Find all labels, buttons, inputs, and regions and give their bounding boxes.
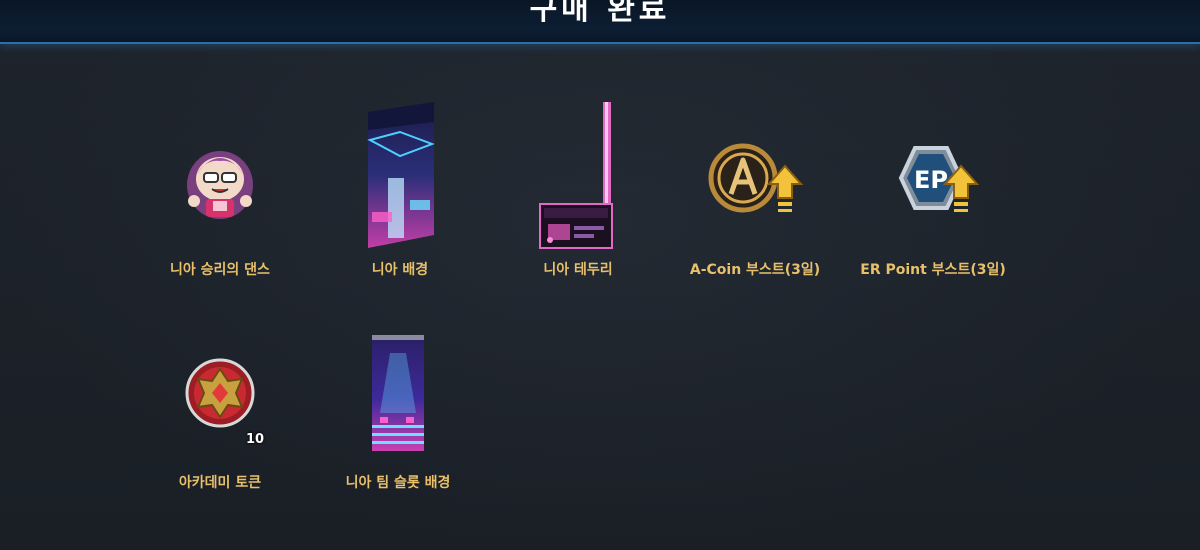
ep-boost-icon: EP bbox=[898, 146, 980, 212]
item-label: 니아 팀 슬롯 배경 bbox=[345, 475, 451, 491]
academy-token-icon bbox=[185, 358, 255, 428]
frame-border-icon bbox=[539, 102, 613, 249]
reward-item-border[interactable]: 니아 테두리 bbox=[488, 100, 668, 285]
item-label: 니아 배경 bbox=[371, 262, 429, 278]
reward-item-background[interactable]: 니아 배경 bbox=[310, 100, 490, 285]
item-label: 니아 승리의 댄스 bbox=[170, 262, 270, 278]
a-coin-boost-icon bbox=[708, 143, 804, 213]
team-slot-background-icon bbox=[372, 335, 424, 451]
item-label: A-Coin 부스트(3일) bbox=[689, 262, 821, 278]
reward-item-victory-dance[interactable]: 니아 승리의 댄스 bbox=[130, 135, 310, 285]
character-dance-icon bbox=[187, 151, 253, 219]
ep-badge-text: EP bbox=[914, 166, 948, 194]
header-bar: 구매 완료 bbox=[0, 0, 1200, 44]
item-label: 아카데미 토큰 bbox=[178, 475, 262, 491]
reward-item-ep-boost[interactable]: EP ER Point 부스트(3일) bbox=[843, 140, 1023, 285]
quantity-badge: 10 bbox=[246, 432, 265, 447]
item-label: ER Point 부스트(3일) bbox=[860, 262, 1006, 278]
background-card-icon bbox=[367, 102, 435, 248]
reward-item-a-coin-boost[interactable]: A-Coin 부스트(3일) bbox=[665, 140, 845, 285]
item-label: 니아 테두리 bbox=[543, 262, 613, 278]
reward-item-team-slot-background[interactable]: 니아 팀 슬롯 배경 bbox=[308, 333, 488, 495]
page-title: 구매 완료 bbox=[529, 0, 671, 27]
reward-item-academy-token[interactable]: 10 아카데미 토큰 bbox=[130, 355, 310, 495]
